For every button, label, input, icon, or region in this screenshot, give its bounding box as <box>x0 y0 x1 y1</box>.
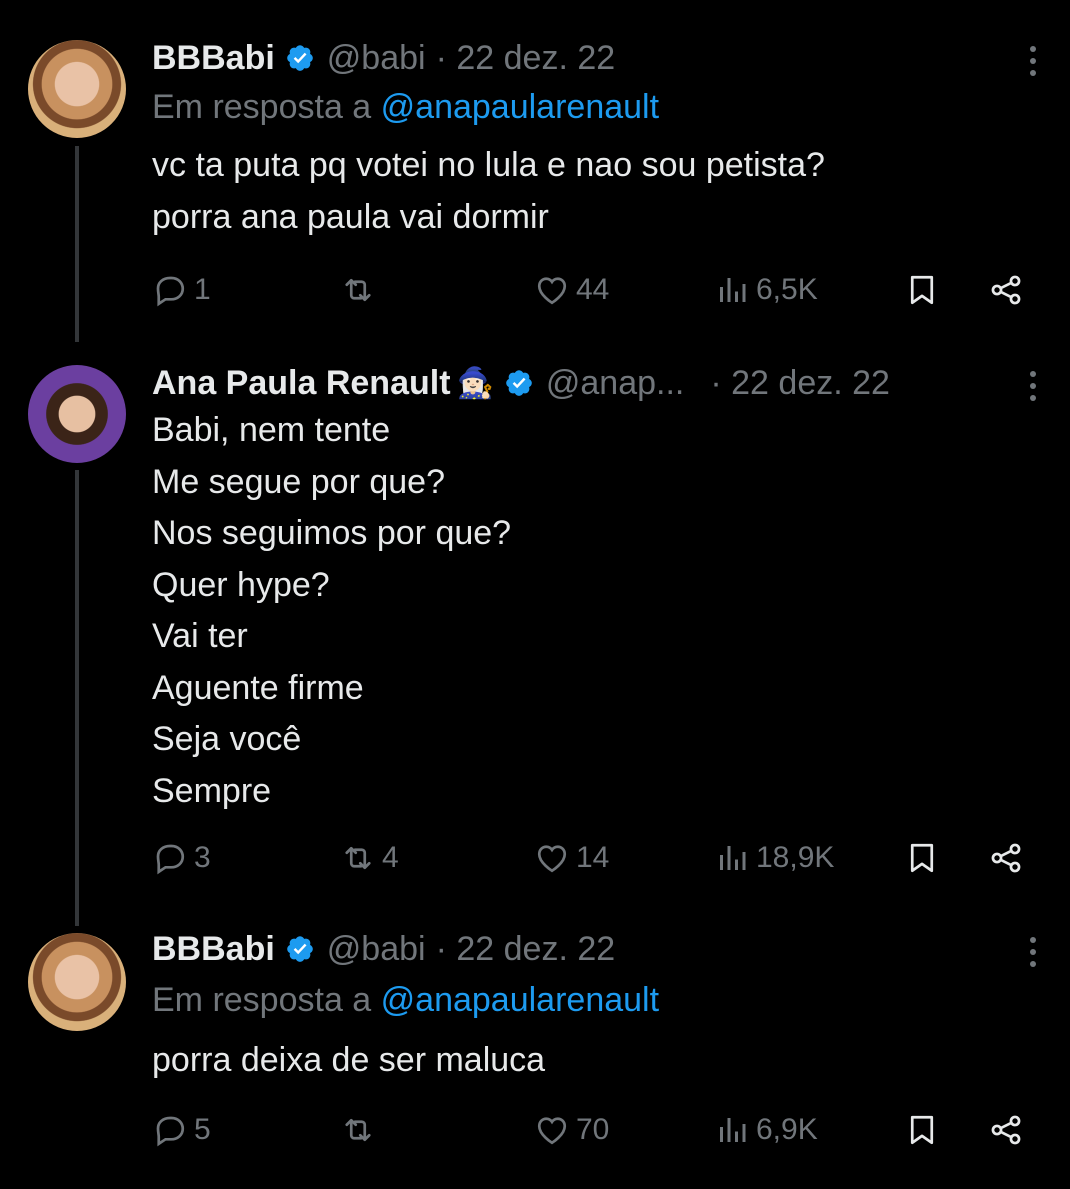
reply-handle-link[interactable]: @anapaularenault <box>381 88 659 126</box>
reply-button[interactable]: 3 <box>152 840 211 876</box>
tweet[interactable]: Ana Paula Renault 🧙🏻‍♀️ @anap... · 22 de… <box>0 345 1070 915</box>
views-count: 18,9K <box>756 841 835 874</box>
tweet-line: Seja você <box>152 720 302 758</box>
author-name[interactable]: BBBabi <box>152 930 275 969</box>
views-button[interactable]: 18,9K <box>714 840 834 876</box>
like-icon <box>534 1112 570 1148</box>
tweet[interactable]: BBBabi @babi · 22 dez. 22 Em resposta a … <box>0 0 1070 345</box>
reply-icon <box>152 272 188 308</box>
author-handle[interactable]: @anap... <box>546 364 685 403</box>
share-button[interactable] <box>988 272 1030 308</box>
tweet-line: Babi, nem tente <box>152 411 391 449</box>
retweet-button[interactable] <box>340 272 382 308</box>
action-bar: 1 44 6,5K <box>152 272 1038 312</box>
tweet-line: Quer hype? <box>152 565 330 604</box>
reply-icon <box>152 1112 188 1148</box>
bookmark-button[interactable] <box>904 272 946 308</box>
share-button[interactable] <box>988 840 1030 876</box>
share-icon <box>988 1112 1024 1148</box>
tweet-text: vc ta puta pq votei no lula e nao sou pe… <box>152 140 825 243</box>
like-icon <box>534 840 570 876</box>
like-count: 70 <box>576 1113 610 1146</box>
tweet-header: BBBabi @babi · 22 dez. 22 <box>152 927 615 971</box>
action-bar: 5 70 6,9K <box>152 1112 1038 1152</box>
tweet-line: Me segue por que? <box>152 462 445 501</box>
retweet-icon <box>340 272 376 308</box>
share-button[interactable] <box>988 1112 1030 1148</box>
retweet-icon <box>340 1112 376 1148</box>
like-button[interactable]: 44 <box>534 272 609 308</box>
tweet-line: vc ta puta pq votei no lula e nao sou pe… <box>152 146 825 184</box>
like-count: 14 <box>576 841 610 874</box>
author-handle[interactable]: @babi <box>327 39 426 78</box>
verified-badge-icon <box>285 934 315 964</box>
reply-count: 3 <box>194 841 211 874</box>
retweet-count: 4 <box>382 841 399 874</box>
author-name[interactable]: BBBabi <box>152 39 275 78</box>
tweet[interactable]: BBBabi @babi · 22 dez. 22 Em resposta a … <box>0 915 1070 1189</box>
tweet-text: Babi, nem tente Me segue por que? Nos se… <box>152 405 511 817</box>
bookmark-button[interactable] <box>904 840 946 876</box>
bookmark-icon <box>904 272 940 308</box>
more-icon[interactable] <box>1030 937 1038 967</box>
tweet-line: Vai ter <box>152 617 248 655</box>
views-button[interactable]: 6,9K <box>714 1112 818 1148</box>
retweet-icon <box>340 840 376 876</box>
author-name[interactable]: Ana Paula Renault <box>152 364 451 403</box>
tweet-line: Sempre <box>152 771 272 810</box>
retweet-button[interactable] <box>340 1112 382 1148</box>
reply-icon <box>152 840 188 876</box>
tweet-line: porra ana paula vai dormir <box>152 197 549 236</box>
reply-prefix: Em resposta a <box>152 88 381 126</box>
reply-count: 5 <box>194 1113 211 1146</box>
tweet-date[interactable]: · 22 dez. 22 <box>436 930 616 969</box>
bookmark-icon <box>904 840 940 876</box>
author-handle[interactable]: @babi <box>327 930 426 969</box>
verified-badge-icon <box>285 43 315 73</box>
tweet-date[interactable]: · 22 dez. 22 <box>436 39 616 78</box>
bookmark-icon <box>904 1112 940 1148</box>
reply-prefix: Em resposta a <box>152 981 381 1019</box>
avatar[interactable] <box>28 40 126 138</box>
views-icon <box>714 840 750 876</box>
like-button[interactable]: 14 <box>534 840 609 876</box>
reply-context: Em resposta a @anapaularenault <box>152 88 659 127</box>
tweet-line: Nos seguimos por que? <box>152 514 512 552</box>
retweet-button[interactable]: 4 <box>340 840 399 876</box>
reply-handle-link[interactable]: @anapaularenault <box>381 981 659 1019</box>
reply-count: 1 <box>194 273 211 306</box>
action-bar: 3 4 14 18,9K <box>152 840 1038 880</box>
more-icon[interactable] <box>1030 371 1038 401</box>
wizard-emoji: 🧙🏻‍♀️ <box>456 366 494 400</box>
reply-button[interactable]: 1 <box>152 272 211 308</box>
tweet-header: BBBabi @babi · 22 dez. 22 <box>152 36 615 80</box>
bookmark-button[interactable] <box>904 1112 946 1148</box>
share-icon <box>988 272 1024 308</box>
tweet-line: Aguente firme <box>152 668 364 707</box>
avatar[interactable] <box>28 365 126 463</box>
tweet-text: porra deixa de ser maluca <box>152 1035 545 1087</box>
views-icon <box>714 272 750 308</box>
like-count: 44 <box>576 273 610 306</box>
reply-context: Em resposta a @anapaularenault <box>152 981 659 1020</box>
verified-badge-icon <box>504 368 534 398</box>
views-count: 6,5K <box>756 273 818 306</box>
views-button[interactable]: 6,5K <box>714 272 818 308</box>
share-icon <box>988 840 1024 876</box>
like-button[interactable]: 70 <box>534 1112 609 1148</box>
tweet-line: porra deixa de ser maluca <box>152 1041 546 1079</box>
like-icon <box>534 272 570 308</box>
reply-button[interactable]: 5 <box>152 1112 211 1148</box>
more-icon[interactable] <box>1030 46 1038 76</box>
views-icon <box>714 1112 750 1148</box>
tweet-date[interactable]: · 22 dez. 22 <box>710 364 890 403</box>
tweet-header: Ana Paula Renault 🧙🏻‍♀️ @anap... · 22 de… <box>152 361 890 405</box>
avatar[interactable] <box>28 933 126 1031</box>
views-count: 6,9K <box>756 1113 818 1146</box>
